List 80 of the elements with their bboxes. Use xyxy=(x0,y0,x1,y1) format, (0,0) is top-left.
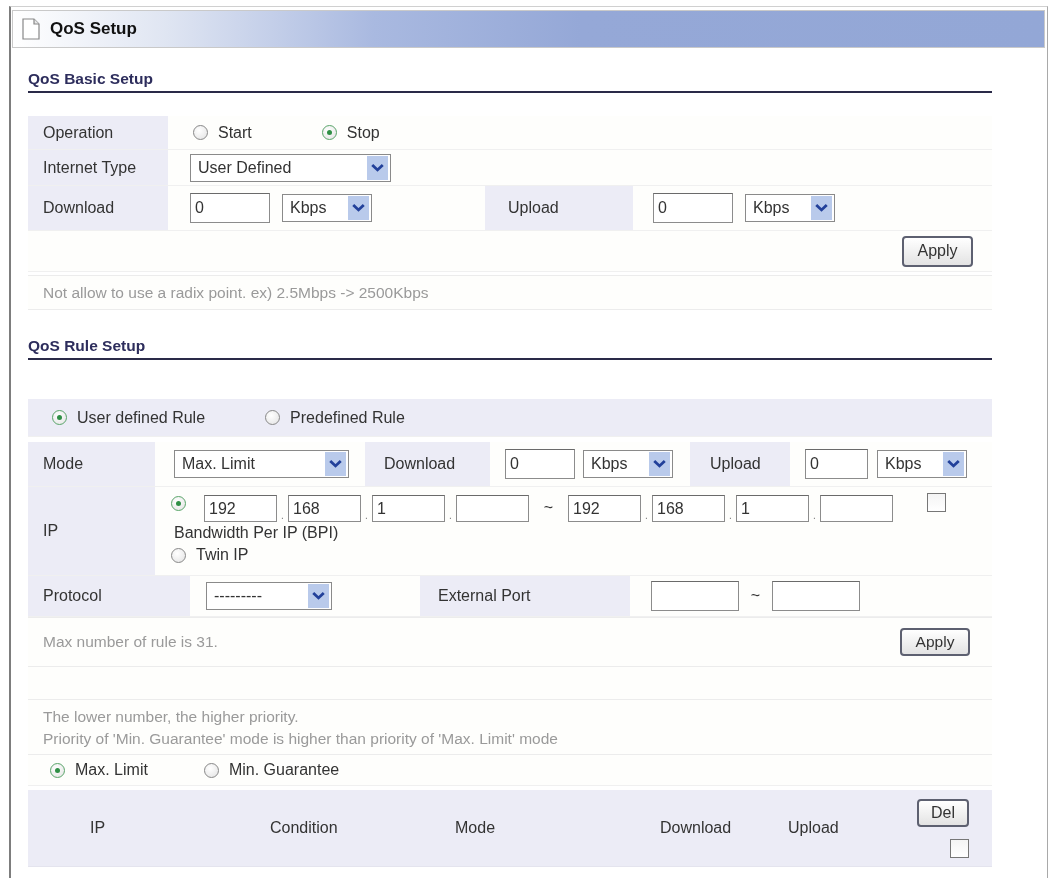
label-cell: Protocol xyxy=(28,576,190,616)
radio-label: Predefined Rule xyxy=(290,408,405,427)
label-cell: Internet Type xyxy=(28,150,168,185)
column-header: Download xyxy=(660,819,733,837)
ip-octet-field[interactable]: 168 xyxy=(652,495,725,522)
label-cell: External Port xyxy=(420,576,630,616)
radio-label: User defined Rule xyxy=(77,408,206,427)
radio-button[interactable] xyxy=(52,410,67,425)
delete-button[interactable]: Del xyxy=(917,798,969,827)
section-heading: QoS Rule Setup xyxy=(28,337,992,360)
ip-octet-field[interactable]: 1 xyxy=(372,495,445,522)
range-separator: ~ xyxy=(749,587,762,605)
chevron-down-icon xyxy=(367,155,388,180)
chevron-down-icon xyxy=(811,196,832,220)
dropdown[interactable]: Kbps xyxy=(877,450,967,478)
radio-button[interactable] xyxy=(321,125,337,140)
label-cell: Download xyxy=(365,442,490,486)
column-header: Upload xyxy=(788,819,840,837)
checkbox[interactable] xyxy=(927,493,946,512)
chevron-down-icon xyxy=(348,196,369,220)
document-icon xyxy=(22,18,40,40)
dropdown[interactable]: --------- xyxy=(206,582,332,610)
apply-button[interactable]: Apply xyxy=(902,235,973,267)
ip-octet-field[interactable] xyxy=(456,495,529,522)
note-text: The lower number, the higher priority. xyxy=(43,707,300,727)
note-text: Not allow to use a radix point. ex) 2.5Mbps -> 2500Kbps xyxy=(43,283,429,302)
dropdown[interactable]: Kbps xyxy=(282,194,372,222)
ip-octet-field[interactable] xyxy=(820,495,893,522)
dot-separator: . xyxy=(364,510,369,522)
text-field[interactable]: 0 xyxy=(653,193,733,223)
label-cell: Operation xyxy=(28,116,168,149)
radio-button[interactable] xyxy=(171,496,186,511)
port-field[interactable] xyxy=(772,581,860,611)
ip-octet-field[interactable]: 168 xyxy=(288,495,361,522)
column-header: Mode xyxy=(455,819,497,837)
text-field[interactable]: 0 xyxy=(805,449,868,479)
ip-octet-field[interactable]: 1 xyxy=(736,495,809,522)
dropdown[interactable]: User Defined xyxy=(190,153,391,182)
radio-label: Stop xyxy=(346,123,380,142)
text-field[interactable]: 0 xyxy=(190,193,270,223)
column-header: Condition xyxy=(270,819,339,837)
chevron-down-icon xyxy=(943,452,964,476)
apply-button[interactable]: Apply xyxy=(900,628,970,656)
text-field[interactable]: 0 xyxy=(505,449,575,479)
radio-button[interactable] xyxy=(193,125,208,140)
dot-separator: . xyxy=(448,510,453,522)
ip-octet-field[interactable]: 192 xyxy=(204,495,277,522)
radio-label: Twin IP xyxy=(196,546,249,564)
checkbox[interactable] xyxy=(950,838,969,858)
dot-separator: . xyxy=(812,510,817,522)
dropdown[interactable]: Kbps xyxy=(583,450,673,478)
dropdown[interactable]: Kbps xyxy=(745,194,835,222)
ip-octet-field[interactable]: 192 xyxy=(568,495,641,522)
column-header: IP xyxy=(90,819,107,837)
radio-button[interactable] xyxy=(171,547,186,563)
radio-button[interactable] xyxy=(50,762,65,778)
page-title: QoS Setup xyxy=(50,19,137,39)
label-cell: Upload xyxy=(690,442,790,486)
dropdown[interactable]: Max. Limit xyxy=(174,450,349,478)
dot-separator: . xyxy=(728,510,733,522)
note-text: Priority of 'Min. Guarantee' mode is higher than priority of 'Max. Limit' mode xyxy=(43,729,559,749)
label-cell: IP xyxy=(28,487,155,575)
label-cell: Download xyxy=(28,186,168,230)
section-heading: QoS Basic Setup xyxy=(28,70,992,93)
radio-button[interactable] xyxy=(203,762,219,778)
dot-separator: . xyxy=(644,510,649,522)
label-cell: Mode xyxy=(28,442,155,486)
radio-label: Start xyxy=(218,123,252,142)
range-separator: ~ xyxy=(542,499,555,517)
chevron-down-icon xyxy=(308,584,329,608)
radio-button[interactable] xyxy=(265,410,281,425)
radio-label: Min. Guarantee xyxy=(228,761,340,779)
port-field[interactable] xyxy=(651,581,739,611)
radio-label: Bandwidth Per IP (BPI) xyxy=(174,524,339,541)
chevron-down-icon xyxy=(325,452,346,476)
label-cell: Upload xyxy=(485,186,633,230)
radio-label: Max. Limit xyxy=(75,761,148,779)
dot-separator: . xyxy=(280,510,285,522)
chevron-down-icon xyxy=(649,452,670,476)
note-text: Max number of rule is 31. xyxy=(43,633,218,651)
